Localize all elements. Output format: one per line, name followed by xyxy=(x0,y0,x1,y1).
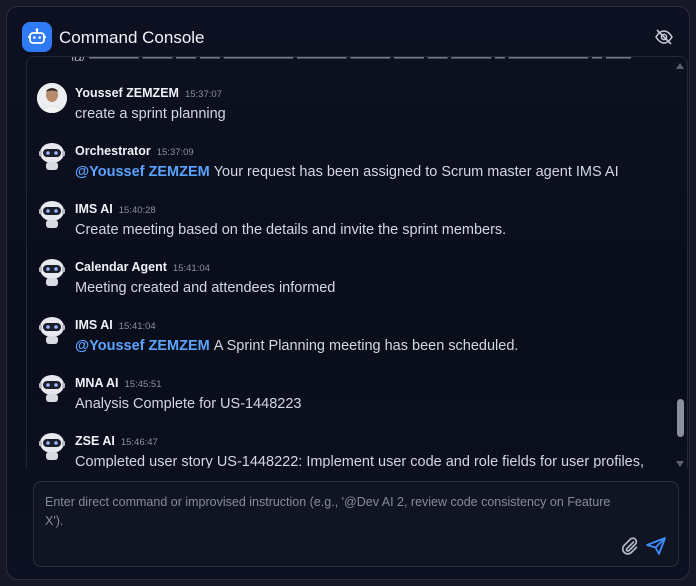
message-body: create a sprint planning xyxy=(75,106,226,122)
message-text: Create meeting based on the details and … xyxy=(75,222,506,238)
message-body: Your request has been assigned to Scrum … xyxy=(213,164,619,180)
message-author: Youssef ZEMZEM xyxy=(75,86,179,100)
message-author: MNA AI xyxy=(75,376,119,390)
message-time: 15:41:04 xyxy=(118,321,156,332)
message-item: Youssef ZEMZEM 15:37:07 create a sprint p… xyxy=(37,83,667,133)
send-icon[interactable] xyxy=(645,536,667,556)
command-input[interactable] xyxy=(34,482,678,566)
console-header: Command Console xyxy=(21,21,675,53)
robot-avatar-icon xyxy=(37,199,67,229)
user-avatar xyxy=(37,83,67,113)
message-body: Meeting created and attendees informed xyxy=(75,280,336,296)
message-time: 15:45:51 xyxy=(124,379,162,390)
message-author: Orchestrator xyxy=(75,144,151,158)
scroll-down-arrow-icon[interactable] xyxy=(676,461,684,467)
message-author: Calendar Agent xyxy=(75,260,167,274)
message-item: Calendar Agent 15:41:04 Meeting created a… xyxy=(37,257,667,307)
message-time: 15:46:47 xyxy=(120,437,158,448)
robot-avatar-icon xyxy=(37,257,67,287)
message-item: ZSE AI 15:46:47 Completed user story US-1… xyxy=(37,431,667,468)
message-text: @Youssef ZEMZEM A Sprint Planning meeting… xyxy=(75,338,518,354)
console-title: Command Console xyxy=(59,28,205,47)
robot-avatar-icon xyxy=(37,141,67,171)
eye-off-icon[interactable] xyxy=(653,27,675,47)
message-item: Orchestrator 15:37:09 @Youssef ZEMZEM Your… xyxy=(37,141,667,191)
user-mention[interactable]: @Youssef ZEMZEM xyxy=(75,338,210,354)
truncated-previous-message: @ ───── ─── ── ── ─────── ───── ──── ───… xyxy=(71,57,631,61)
message-body: Create meeting based on the details and … xyxy=(75,222,507,238)
message-item: MNA AI 15:45:51 Analysis Complete for US-… xyxy=(37,373,667,423)
message-author: ZSE AI xyxy=(75,434,115,448)
message-body: A Sprint Planning meeting has been sched… xyxy=(213,338,519,354)
robot-icon xyxy=(22,22,52,52)
paperclip-icon[interactable] xyxy=(620,536,640,556)
scroll-thumb[interactable] xyxy=(677,399,684,437)
scroll-up-arrow-icon[interactable] xyxy=(676,63,684,69)
robot-avatar-icon xyxy=(37,431,67,461)
message-time: 15:40:28 xyxy=(118,205,156,216)
command-input-box xyxy=(33,481,679,567)
message-time: 15:37:09 xyxy=(156,147,194,158)
message-body: Completed user story US-1448222: Impleme… xyxy=(75,454,645,468)
message-text: Meeting created and attendees informed xyxy=(75,280,335,296)
message-time: 15:41:04 xyxy=(172,263,210,274)
message-text: @Youssef ZEMZEM Your request has been ass… xyxy=(75,164,619,180)
message-item: IMS AI 15:41:04 @Youssef ZEMZEM A Sprint P… xyxy=(37,315,667,365)
message-item: IMS AI 15:40:28 Create meeting based on t… xyxy=(37,199,667,249)
message-scrollbar[interactable] xyxy=(673,57,687,468)
message-list[interactable]: @ ───── ─── ── ── ─────── ───── ──── ───… xyxy=(26,56,688,468)
robot-avatar-icon xyxy=(37,373,67,403)
message-text: Analysis Complete for US-1448223 xyxy=(75,396,301,412)
message-time: 15:37:07 xyxy=(184,89,222,100)
message-text: Completed user story US-1448222: Impleme… xyxy=(75,454,644,468)
robot-avatar-icon xyxy=(37,315,67,345)
message-body: Analysis Complete for US-1448223 xyxy=(75,396,302,412)
user-mention[interactable]: @Youssef ZEMZEM xyxy=(75,164,210,180)
message-author: IMS AI xyxy=(75,202,113,216)
message-author: IMS AI xyxy=(75,318,113,332)
message-text: create a sprint planning xyxy=(75,106,226,122)
